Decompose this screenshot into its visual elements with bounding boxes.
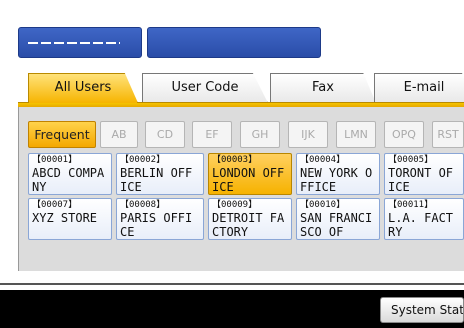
entry-name: ICE (388, 180, 410, 194)
filter-rst[interactable]: RST (432, 121, 464, 148)
entry-name: NEW YORK O (300, 166, 373, 180)
entry-code: 【00005】 (388, 155, 434, 165)
entry-name: NY (32, 180, 47, 194)
address-entry[interactable]: 【00011】 L.A. FACT RY (384, 198, 464, 240)
entry-code: 【00010】 (300, 200, 346, 210)
entry-name: CE (120, 225, 135, 239)
entry-name: ICE (212, 180, 234, 194)
entry-name: FFICE (300, 180, 337, 194)
entry-code: 【00001】 (32, 155, 78, 165)
filter-gh[interactable]: GH (240, 121, 280, 148)
entry-code: 【00009】 (212, 200, 258, 210)
system-status-button[interactable]: System Status (380, 297, 464, 323)
filter-cd[interactable]: CD (145, 121, 185, 148)
entry-name: RY (388, 225, 403, 239)
entry-name: ABCD COMPA (32, 166, 105, 180)
entry-code: 【00004】 (300, 155, 346, 165)
filter-ijk[interactable]: IJK (288, 121, 328, 148)
entry-name: DETROIT FA (212, 211, 285, 225)
search-field-right[interactable] (147, 27, 321, 58)
entry-code: 【00011】 (388, 200, 434, 210)
filter-frequent[interactable]: Frequent (28, 121, 96, 148)
address-entry[interactable]: 【00003】 LONDON OFF ICE (208, 153, 292, 195)
address-entry[interactable]: 【00004】 NEW YORK O FFICE (296, 153, 380, 195)
tab-bar: All Users User Code Fax E-mail (0, 70, 464, 105)
panel-bottom-border (0, 283, 464, 285)
filter-ef[interactable]: EF (192, 121, 232, 148)
entry-code: 【00007】 (32, 200, 78, 210)
entry-name: SAN FRANCI (300, 211, 373, 225)
entry-code: 【00003】 (212, 155, 258, 165)
address-entry[interactable]: 【00005】 TORONT OF ICE (384, 153, 464, 195)
tab-all-users[interactable]: All Users (28, 73, 138, 103)
address-entry[interactable]: 【00007】 XYZ STORE (28, 198, 112, 240)
tab-user-code[interactable]: User Code (142, 73, 268, 103)
entry-code: 【00002】 (120, 155, 166, 165)
entry-name: CTORY (212, 225, 249, 239)
address-entry[interactable]: 【00009】 DETROIT FA CTORY (208, 198, 292, 240)
entry-code: 【00008】 (120, 200, 166, 210)
entry-name: TORONT OF (388, 166, 454, 180)
entry-name: BERLIN OFF (120, 166, 193, 180)
entry-name: PARIS OFFI (120, 211, 193, 225)
address-entry[interactable]: 【00001】 ABCD COMPA NY (28, 153, 112, 195)
entry-name: LONDON OFF (212, 166, 285, 180)
filter-lmn[interactable]: LMN (336, 121, 376, 148)
address-entry[interactable]: 【00010】 SAN FRANCI SCO OF (296, 198, 380, 240)
tab-fax[interactable]: Fax (270, 73, 376, 103)
filter-opq[interactable]: OPQ (384, 121, 424, 148)
entry-name: SCO OF (300, 225, 344, 239)
placeholder-dashes (28, 42, 120, 44)
address-entry[interactable]: 【00002】 BERLIN OFF ICE (116, 153, 204, 195)
filter-ab[interactable]: AB (100, 121, 138, 148)
tab-email[interactable]: E-mail (374, 73, 464, 103)
search-field-left[interactable] (18, 27, 142, 58)
entry-name: L.A. FACT (388, 211, 454, 225)
entry-name: ICE (120, 180, 142, 194)
address-entry[interactable]: 【00008】 PARIS OFFI CE (116, 198, 204, 240)
entry-name: XYZ STORE (32, 211, 98, 225)
